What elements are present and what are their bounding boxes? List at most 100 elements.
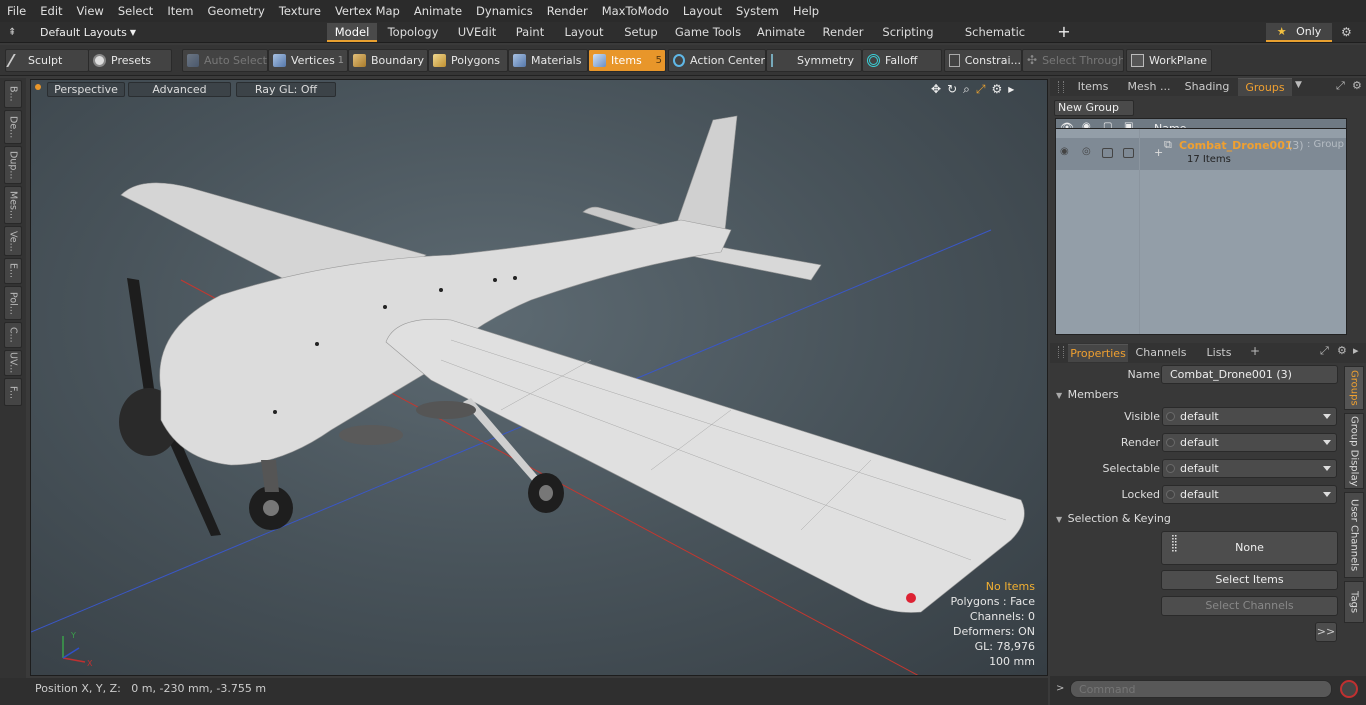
group-row[interactable]: ◉ ◎ + ⧉ Combat_Drone001 (3) : Group 17 I… (1056, 138, 1346, 170)
prop-drag-handle-icon[interactable] (1058, 346, 1064, 358)
tab-game-tools[interactable]: Game Tools (671, 23, 745, 42)
left-tab-uv[interactable]: UV... (4, 350, 22, 376)
layouts-dropdown[interactable]: ⇞ Default Layouts ▼ (2, 22, 302, 43)
perspective-dropdown[interactable]: Perspective (47, 82, 125, 97)
presets-button[interactable]: Presets (88, 49, 172, 72)
tab-model[interactable]: Model (327, 23, 377, 42)
3d-viewport[interactable]: Perspective Advanced Ray GL: Off ✥ ↻ ⌕ ⤢… (30, 79, 1048, 676)
menu-view[interactable]: View (70, 0, 111, 22)
row-eye-icon[interactable]: ◉ (1060, 146, 1069, 157)
expand-plus-icon[interactable]: + (1154, 146, 1163, 159)
left-tab-edge[interactable]: E... (4, 258, 22, 284)
tab-paint[interactable]: Paint (508, 23, 552, 42)
menu-texture[interactable]: Texture (272, 0, 328, 22)
panel-gear-icon[interactable]: ⚙ (1352, 79, 1362, 92)
rotate-icon[interactable]: ↻ (947, 82, 957, 98)
menu-render[interactable]: Render (540, 0, 595, 22)
more-button[interactable]: >> (1315, 622, 1337, 642)
tab-groups[interactable]: Groups (1238, 78, 1292, 96)
materials-button[interactable]: Materials (508, 49, 588, 72)
row-select-checkbox[interactable] (1123, 148, 1134, 158)
prop-maximize-icon[interactable]: ⤢ (1320, 344, 1329, 358)
tab-scripting[interactable]: Scripting (874, 23, 942, 42)
tab-schematic-fusion[interactable]: Schematic Fusion (946, 23, 1044, 58)
menu-layout[interactable]: Layout (676, 0, 729, 22)
viewport-gear-icon[interactable]: ⚙ (991, 82, 1002, 98)
prop-gear-icon[interactable]: ⚙ (1337, 344, 1347, 357)
left-tab-curve[interactable]: C... (4, 322, 22, 348)
locked-dropdown[interactable]: default (1162, 485, 1337, 504)
tab-mesh[interactable]: Mesh ... (1122, 78, 1176, 96)
record-icon[interactable] (1340, 680, 1358, 698)
add-tab-icon[interactable]: + (1056, 22, 1072, 42)
polygons-button[interactable]: Polygons (428, 49, 508, 72)
raygl-dropdown[interactable]: Ray GL: Off (236, 82, 336, 97)
drag-handle-icon[interactable] (1058, 81, 1064, 93)
move-icon[interactable]: ✥ (931, 82, 941, 98)
tab-channels[interactable]: Channels (1132, 344, 1190, 362)
tab-render[interactable]: Render (815, 23, 871, 42)
menu-file[interactable]: File (0, 0, 33, 22)
items-button[interactable]: Items 5 (588, 49, 666, 72)
tab-topology[interactable]: Topology (380, 23, 446, 42)
menu-item[interactable]: Item (160, 0, 200, 22)
tab-layout[interactable]: Layout (556, 23, 612, 42)
workplane-button[interactable]: WorkPlane (1126, 49, 1212, 72)
menu-dynamics[interactable]: Dynamics (469, 0, 540, 22)
new-group-button[interactable]: New Group (1054, 100, 1134, 116)
add-prop-tab-icon[interactable]: + (1250, 344, 1260, 358)
render-dropdown[interactable]: default (1162, 433, 1337, 452)
left-tab-vertex[interactable]: Ve... (4, 226, 22, 256)
left-tab-polygon[interactable]: Pol... (4, 286, 22, 320)
left-tab-duplicate[interactable]: Dup... (4, 146, 22, 184)
left-tab-deform[interactable]: De... (4, 110, 22, 144)
symmetry-button[interactable]: Symmetry (766, 49, 862, 72)
advanced-dropdown[interactable]: Advanced (128, 82, 231, 97)
vertices-button[interactable]: Vertices 1 (268, 49, 348, 72)
fit-icon[interactable]: ⤢ (976, 82, 986, 98)
tab-setup[interactable]: Setup (615, 23, 667, 42)
select-channels-button[interactable]: Select Channels (1161, 596, 1338, 616)
select-items-button[interactable]: Select Items (1161, 570, 1338, 590)
gear-icon[interactable]: ⚙ (1341, 25, 1355, 39)
members-section[interactable]: ▼ Members (1056, 388, 1119, 401)
tabs-dropdown-icon[interactable]: ▼ (1295, 80, 1302, 90)
prop-more-icon[interactable]: ▸ (1353, 344, 1359, 357)
menu-select[interactable]: Select (111, 0, 160, 22)
boundary-button[interactable]: Boundary (348, 49, 428, 72)
menu-system[interactable]: System (729, 0, 786, 22)
tab-lists[interactable]: Lists (1194, 344, 1244, 362)
none-button[interactable]: ⁝⁝ ⁝⁝ None (1161, 531, 1338, 565)
selection-keying-section[interactable]: ▼ Selection & Keying (1056, 512, 1171, 525)
menu-geometry[interactable]: Geometry (201, 0, 272, 22)
menu-help[interactable]: Help (786, 0, 826, 22)
menu-edit[interactable]: Edit (33, 0, 69, 22)
vtab-user-channels[interactable]: User Channels (1344, 492, 1364, 578)
select-through-button[interactable]: ✣ Select Through (1022, 49, 1124, 72)
tab-animate[interactable]: Animate (750, 23, 812, 42)
tab-properties[interactable]: Properties (1068, 344, 1128, 362)
auto-select-button[interactable]: Auto Select (182, 49, 268, 72)
constraints-button[interactable]: Constrai... (944, 49, 1022, 72)
maximize-icon[interactable]: ⤢ (1336, 79, 1345, 93)
group-list[interactable]: ◉ ◎ + ⧉ Combat_Drone001 (3) : Group 17 I… (1055, 128, 1347, 335)
selectable-dropdown[interactable]: default (1162, 459, 1337, 478)
row-render-icon[interactable]: ◎ (1082, 146, 1091, 157)
zoom-icon[interactable]: ⌕ (963, 82, 970, 98)
sculpt-button[interactable]: Sculpt (5, 49, 89, 72)
command-input[interactable] (1070, 680, 1332, 698)
name-field[interactable] (1161, 365, 1338, 384)
left-tab-mesh-edit[interactable]: Mes... (4, 186, 22, 224)
tab-items[interactable]: Items (1068, 78, 1118, 96)
left-tab-fusion[interactable]: F... (4, 378, 22, 406)
vtab-group-display[interactable]: Group Display (1344, 413, 1364, 489)
row-lock-checkbox[interactable] (1102, 148, 1113, 158)
only-toggle[interactable]: ★ Only (1266, 23, 1332, 42)
play-icon[interactable]: ▸ (1008, 82, 1014, 98)
action-center-button[interactable]: Action Center (668, 49, 766, 72)
tab-uvedit[interactable]: UVEdit (449, 23, 505, 42)
vtab-groups[interactable]: Groups (1344, 366, 1364, 410)
menu-maxtomodo[interactable]: MaxToModo (595, 0, 676, 22)
visible-dropdown[interactable]: default (1162, 407, 1337, 426)
left-tab-basic[interactable]: B... (4, 80, 22, 108)
